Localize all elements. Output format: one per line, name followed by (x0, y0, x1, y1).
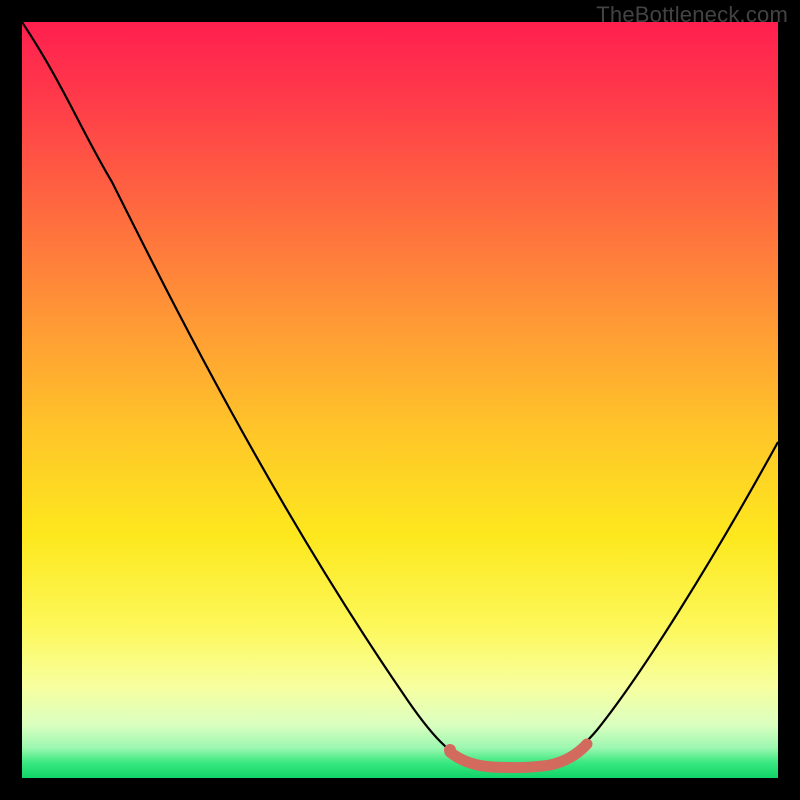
curve-path (22, 22, 778, 765)
chart-area (22, 22, 778, 778)
watermark-text: TheBottleneck.com (596, 2, 788, 28)
bottleneck-line-chart (22, 22, 778, 778)
optimal-start-dot (444, 744, 456, 756)
optimal-range-marker (450, 744, 587, 768)
